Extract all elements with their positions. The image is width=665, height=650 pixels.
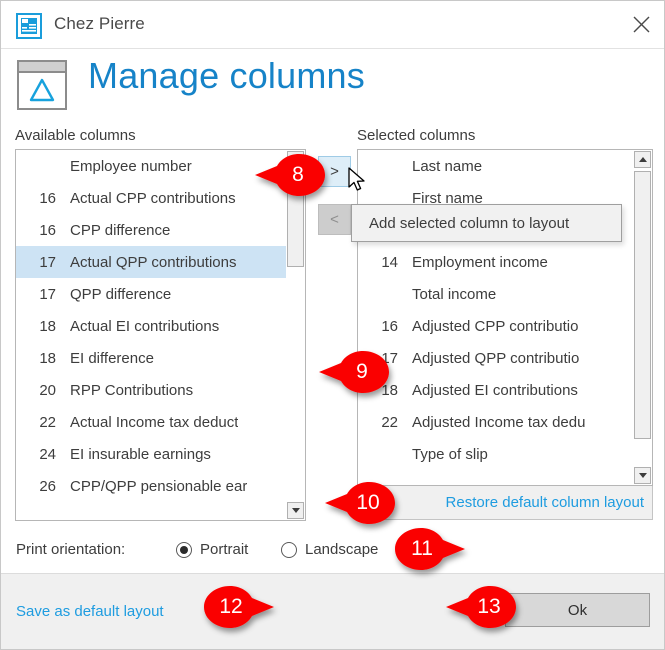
available-column-row-label: CPP difference: [70, 221, 171, 239]
selected-column-row-label: Last name: [412, 157, 483, 175]
selected-column-row-number: 16: [381, 317, 398, 335]
available-column-row-label: EI difference: [70, 349, 154, 367]
selected-column-row[interactable]: 14 Employment income: [358, 246, 633, 278]
available-column-row[interactable]: 17 QPP difference: [16, 278, 286, 310]
manage-columns-dialog: Chez Pierre Manage columns Available col…: [0, 0, 665, 650]
chevron-down-icon: [291, 508, 300, 513]
available-column-row[interactable]: 18 Actual EI contributions: [16, 310, 286, 342]
available-column-row-label: RPP Contributions: [70, 381, 194, 399]
available-column-row-label: Employee number: [70, 157, 192, 175]
available-column-row-label: QPP difference: [70, 285, 172, 303]
available-column-row-label: EI insurable earnings: [70, 445, 211, 463]
restore-default-strip: Restore default column layout: [357, 486, 653, 520]
available-column-row[interactable]: 16 Actual CPP contributions: [16, 182, 286, 214]
available-column-row-number: 17: [39, 253, 56, 271]
title-bar: Chez Pierre: [1, 1, 664, 49]
window-title: Chez Pierre: [54, 14, 145, 33]
available-column-row-label: Actual Income tax deduct: [70, 413, 239, 431]
available-scrollbar[interactable]: [286, 150, 305, 520]
available-column-row-number: 24: [39, 445, 56, 463]
selected-scrollbar[interactable]: [633, 150, 652, 485]
add-column-tooltip: Add selected column to layout: [351, 204, 622, 242]
selected-column-row-number: 22: [381, 413, 398, 431]
selected-scroll-down-button[interactable]: [634, 467, 651, 484]
available-columns-listbox[interactable]: Employee number 16 Actual CPP contribution…: [15, 149, 306, 521]
selected-column-row-label: Adjusted Income tax dedu: [412, 413, 586, 431]
available-columns-label: Available columns: [15, 127, 136, 144]
radio-portrait-indicator[interactable]: [176, 541, 192, 558]
radio-landscape-label: Landscape: [305, 541, 379, 558]
selected-columns-rows: Last name First name 14 Employment income To…: [358, 150, 633, 470]
selected-scroll-up-button[interactable]: [634, 151, 651, 168]
remove-column-button[interactable]: <: [318, 204, 351, 235]
selected-column-row[interactable]: Last name: [358, 150, 633, 182]
ok-button[interactable]: Ok: [505, 593, 650, 627]
selected-column-row[interactable]: 17 Adjusted QPP contributio: [358, 342, 633, 374]
selected-columns-label: Selected columns: [357, 127, 476, 144]
selected-columns-listbox[interactable]: Last name First name 14 Employment income To…: [357, 149, 653, 486]
close-icon[interactable]: [618, 1, 664, 48]
callout-badge-8: 8: [253, 152, 327, 198]
chevron-up-icon: [638, 157, 647, 162]
available-column-row[interactable]: 22 Actual Income tax deduct: [16, 406, 286, 438]
available-column-row-label: Actual QPP contributions: [70, 253, 237, 271]
radio-landscape[interactable]: Landscape: [281, 541, 378, 558]
available-column-row-number: 22: [39, 413, 56, 431]
available-column-row[interactable]: 26 CPP/QPP pensionable ear: [16, 470, 286, 502]
page-title: Manage columns: [88, 55, 365, 96]
selected-column-row-label: Adjusted QPP contributio: [412, 349, 580, 367]
callout-badge-11: 11: [393, 526, 467, 572]
available-column-row-number: 18: [39, 349, 56, 367]
selected-column-row[interactable]: Total income: [358, 278, 633, 310]
selected-column-row-label: Type of slip: [412, 445, 488, 463]
window-triangle-icon: [17, 60, 73, 112]
available-column-row-number: 16: [39, 189, 56, 207]
selected-column-row[interactable]: 18 Adjusted EI contributions: [358, 374, 633, 406]
available-column-row-number: 17: [39, 285, 56, 303]
callout-badge-12: 12: [202, 584, 276, 630]
radio-landscape-indicator[interactable]: [281, 541, 297, 558]
available-column-row[interactable]: Employee number: [16, 150, 286, 182]
selected-column-row-label: Total income: [412, 285, 497, 303]
available-column-row-label: CPP/QPP pensionable ear: [70, 477, 248, 495]
page-header: Manage columns: [1, 50, 664, 119]
selected-column-row-label: Adjusted CPP contributio: [412, 317, 579, 335]
selected-column-row[interactable]: 16 Adjusted CPP contributio: [358, 310, 633, 342]
mouse-cursor-icon: [348, 167, 368, 199]
available-column-row[interactable]: 16 CPP difference: [16, 214, 286, 246]
selected-column-row-label: Employment income: [412, 253, 548, 271]
selected-column-row-number: 14: [381, 253, 398, 271]
selected-column-row-label: Adjusted EI contributions: [412, 381, 578, 399]
selected-column-row[interactable]: 22 Adjusted Income tax dedu: [358, 406, 633, 438]
available-column-row[interactable]: 18 EI difference: [16, 342, 286, 374]
available-columns-rows: Employee number 16 Actual CPP contribution…: [16, 150, 286, 502]
available-column-row-number: 18: [39, 317, 56, 335]
available-column-row-label: Actual CPP contributions: [70, 189, 236, 207]
radio-portrait[interactable]: Portrait: [176, 541, 248, 558]
available-scroll-down-button[interactable]: [287, 502, 304, 519]
available-column-row-number: 16: [39, 221, 56, 239]
save-as-default-layout-link[interactable]: Save as default layout: [16, 603, 164, 620]
available-column-row-number: 20: [39, 381, 56, 399]
available-column-row[interactable]: 20 RPP Contributions: [16, 374, 286, 406]
callout-badge-9: 9: [317, 349, 391, 395]
selected-scrollbar-thumb[interactable]: [634, 171, 651, 439]
available-column-row-number: 26: [39, 477, 56, 495]
available-column-row[interactable]: 24 EI insurable earnings: [16, 438, 286, 470]
callout-badge-13: 13: [444, 584, 518, 630]
radio-portrait-label: Portrait: [200, 541, 249, 558]
print-orientation-row: Print orientation: Portrait Landscape: [1, 531, 664, 573]
available-column-row-label: Actual EI contributions: [70, 317, 220, 335]
document-report-icon: [15, 12, 43, 40]
available-column-row[interactable]: 17 Actual QPP contributions: [16, 246, 286, 278]
restore-default-layout-link[interactable]: Restore default column layout: [446, 494, 644, 511]
callout-badge-10: 10: [323, 480, 397, 526]
selected-column-row[interactable]: Type of slip: [358, 438, 633, 470]
chevron-down-icon: [638, 473, 647, 478]
print-orientation-label: Print orientation:: [16, 541, 126, 558]
